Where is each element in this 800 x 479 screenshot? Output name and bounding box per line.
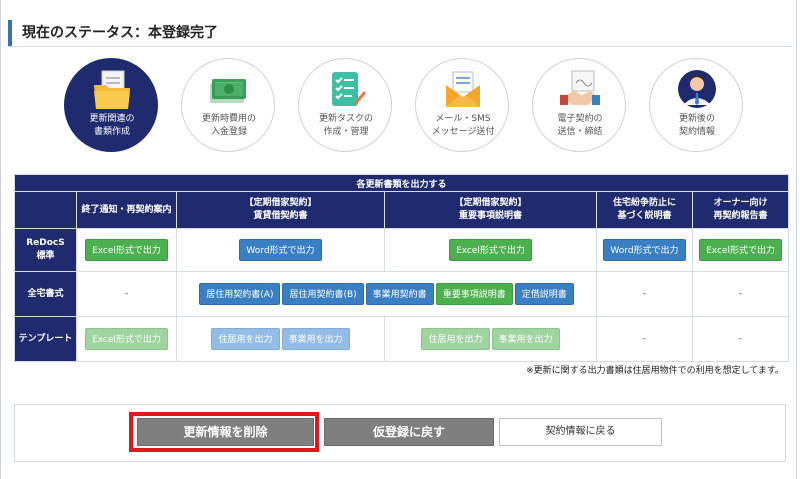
header-line: 【定期借家契約】 xyxy=(454,198,527,208)
back-to-provisional-button[interactable]: 仮登録に戻す xyxy=(324,418,494,446)
template-lease-business-button[interactable]: 事業用を出力 xyxy=(281,328,350,350)
header-line: オーナー向け xyxy=(713,198,768,208)
step-payment-registration[interactable]: 更新時費用の 入金登録 xyxy=(181,58,275,152)
table-row-template: テンプレート Excel形式で出力 住居用を出力 事業用を出力 住居用を出力 事業用… xyxy=(14,316,790,362)
redocs-explain-excel-button[interactable]: Excel形式で出力 xyxy=(449,239,532,261)
step-label-line1: 更新時費用の xyxy=(201,114,256,124)
template-notice-excel-button[interactable]: Excel形式で出力 xyxy=(85,328,168,350)
handshake-icon xyxy=(560,70,600,105)
header-important-explanation: 【定期借家契約】 重要事項説明書 xyxy=(384,191,597,229)
document-output-table: 各更新書類を出力する 終了通知・再契約案内 【定期借家契約】 賃貸借契約書 【定… xyxy=(13,174,790,362)
usage-note: ※更新に関する出力書類は住居用物件での利用を想定してます。 xyxy=(526,366,784,376)
step-label-line2: 契約情報 xyxy=(678,127,715,137)
step-label-line1: メール・SMS xyxy=(435,114,491,124)
redocs-dispute-word-button[interactable]: Word形式で出力 xyxy=(603,239,686,261)
header-line: 賃貸借契約書 xyxy=(253,211,308,221)
table-caption: 各更新書類を出力する xyxy=(13,174,790,192)
step-e-contract[interactable]: 電子契約の 送信・締結 xyxy=(532,58,626,152)
table-row-redocs: ReDocS 標準 Excel形式で出力 Word形式で出力 Excel形式で出… xyxy=(14,228,790,272)
row-label-zentaku: 全宅書式 xyxy=(14,271,77,317)
zentaku-notice-empty: - xyxy=(76,271,177,317)
header-line: 【定期借家契約】 xyxy=(244,198,317,208)
step-mail-sms[interactable]: メール・SMS メッセージ送付 xyxy=(415,58,509,152)
step-contract-info[interactable]: 更新後の 契約情報 xyxy=(649,58,743,152)
header-line: 再契約報告書 xyxy=(713,211,768,221)
checklist-icon xyxy=(332,72,366,106)
step-document-creation[interactable]: 更新関連の 書類作成 xyxy=(64,58,158,152)
step-label-line1: 更新関連の xyxy=(89,114,135,124)
redocs-owner-excel-button[interactable]: Excel形式で出力 xyxy=(699,239,782,261)
zentaku-residential-a-button[interactable]: 居住用契約書(A) xyxy=(199,283,281,305)
header-lease-contract: 【定期借家契約】 賃貸借契約書 xyxy=(176,191,385,229)
step-label-line1: 更新タスクの xyxy=(318,114,373,124)
row-label-redocs: ReDocS 標準 xyxy=(14,228,77,272)
zentaku-important-button[interactable]: 重要事項説明書 xyxy=(435,283,513,305)
header-owner-report: オーナー向け 再契約報告書 xyxy=(691,191,790,229)
template-lease-residential-button[interactable]: 住居用を出力 xyxy=(211,328,280,350)
step-label-line2: 書類作成 xyxy=(93,127,130,137)
folder-documents-icon xyxy=(94,70,130,109)
row-label-line: ReDocS xyxy=(26,238,65,248)
step-task-management[interactable]: 更新タスクの 作成・管理 xyxy=(298,58,392,152)
redocs-lease-word-button[interactable]: Word形式で出力 xyxy=(239,239,322,261)
header-notice: 終了通知・再契約案内 xyxy=(76,191,177,229)
envelope-icon xyxy=(446,71,480,107)
step-label-line1: 電子契約の xyxy=(557,114,603,124)
back-to-contract-info-button[interactable]: 契約情報に戻る xyxy=(499,418,662,446)
cash-icon xyxy=(210,79,246,103)
zentaku-residential-b-button[interactable]: 居住用契約書(B) xyxy=(282,283,364,305)
step-label-line2: 送信・締結 xyxy=(557,127,603,137)
step-label-line1: 更新後の xyxy=(678,114,715,124)
delete-renewal-button[interactable]: 更新情報を削除 xyxy=(137,418,314,446)
step-label-line2: メッセージ送付 xyxy=(431,127,495,137)
template-dispute-empty: - xyxy=(596,316,693,362)
row-label-template: テンプレート xyxy=(14,316,77,362)
row-label-line: 標準 xyxy=(36,251,55,261)
zentaku-fixed-term-button[interactable]: 定借説明書 xyxy=(514,283,574,305)
table-row-zentaku: 全宅書式 - 居住用契約書(A) 居住用契約書(B) 事業用契約書 重要事項説明書 定借… xyxy=(14,271,790,317)
status-title: 現在のステータス：本登録完了 xyxy=(8,20,792,46)
template-owner-empty: - xyxy=(691,316,790,362)
header-line: 住宅紛争防止に xyxy=(612,198,676,208)
step-label-line2: 作成・管理 xyxy=(323,127,369,137)
zentaku-dispute-empty: - xyxy=(596,271,693,317)
zentaku-business-button[interactable]: 事業用契約書 xyxy=(365,283,434,305)
header-blank xyxy=(14,191,77,229)
zentaku-owner-empty: - xyxy=(691,271,790,317)
header-line: 重要事項説明書 xyxy=(458,211,522,221)
workflow-steps: 更新関連の 書類作成 更新時費用の 入金登録 更新タスクの 作成・管理 メール・… xyxy=(64,58,744,156)
header-line: 基づく説明書 xyxy=(617,211,672,221)
title-divider xyxy=(8,46,792,47)
header-dispute-prevention: 住宅紛争防止に 基づく説明書 xyxy=(596,191,693,229)
template-explain-residential-button[interactable]: 住居用を出力 xyxy=(421,328,490,350)
template-explain-business-button[interactable]: 事業用を出力 xyxy=(491,328,560,350)
redocs-notice-excel-button[interactable]: Excel形式で出力 xyxy=(85,239,168,261)
person-icon xyxy=(678,70,716,108)
step-label-line2: 入金登録 xyxy=(210,127,247,137)
